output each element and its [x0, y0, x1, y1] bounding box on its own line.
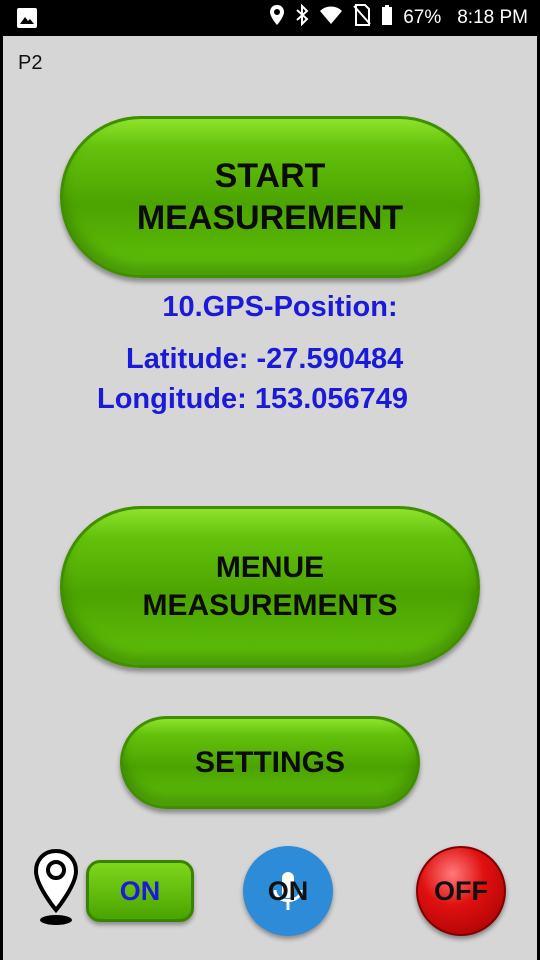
off-button-label: OFF [434, 875, 488, 906]
gps-toggle-button[interactable]: ON [86, 860, 194, 922]
main-screen: P2 START MEASUREMENT 10.GPS-Position: La… [3, 36, 537, 960]
menue-button-line2: MEASUREMENTS [142, 589, 398, 622]
page-label: P2 [18, 52, 43, 74]
battery-icon [381, 4, 393, 32]
location-icon [269, 4, 285, 32]
gps-title: 10.GPS-Position: [162, 291, 398, 323]
longitude-readout: Longitude: 153.056749 [97, 383, 409, 415]
battery-percent: 67% [403, 7, 442, 28]
map-pin-icon [31, 848, 81, 928]
voice-toggle-label: ON [267, 875, 309, 906]
voice-toggle-button[interactable]: ON [243, 846, 333, 936]
status-bar: 67% 8:18 PM [0, 0, 540, 36]
latitude-readout: Latitude: -27.590484 [126, 343, 404, 375]
no-sim-icon [353, 4, 371, 32]
menue-measurements-button[interactable]: MENUE MEASUREMENTS [60, 506, 480, 668]
clock: 8:18 PM [457, 7, 528, 28]
settings-button-label: SETTINGS [194, 745, 345, 779]
off-button[interactable]: OFF [416, 846, 506, 936]
start-button-line2: MEASUREMENT [136, 199, 404, 237]
bluetooth-icon [295, 3, 309, 32]
image-icon [16, 7, 38, 34]
start-button-line1: START [214, 157, 326, 195]
settings-button[interactable]: SETTINGS [120, 716, 420, 809]
start-measurement-button[interactable]: START MEASUREMENT [60, 116, 480, 278]
menue-button-line1: MENUE [215, 551, 325, 584]
wifi-icon [319, 5, 343, 31]
gps-toggle-label: ON [119, 875, 161, 906]
